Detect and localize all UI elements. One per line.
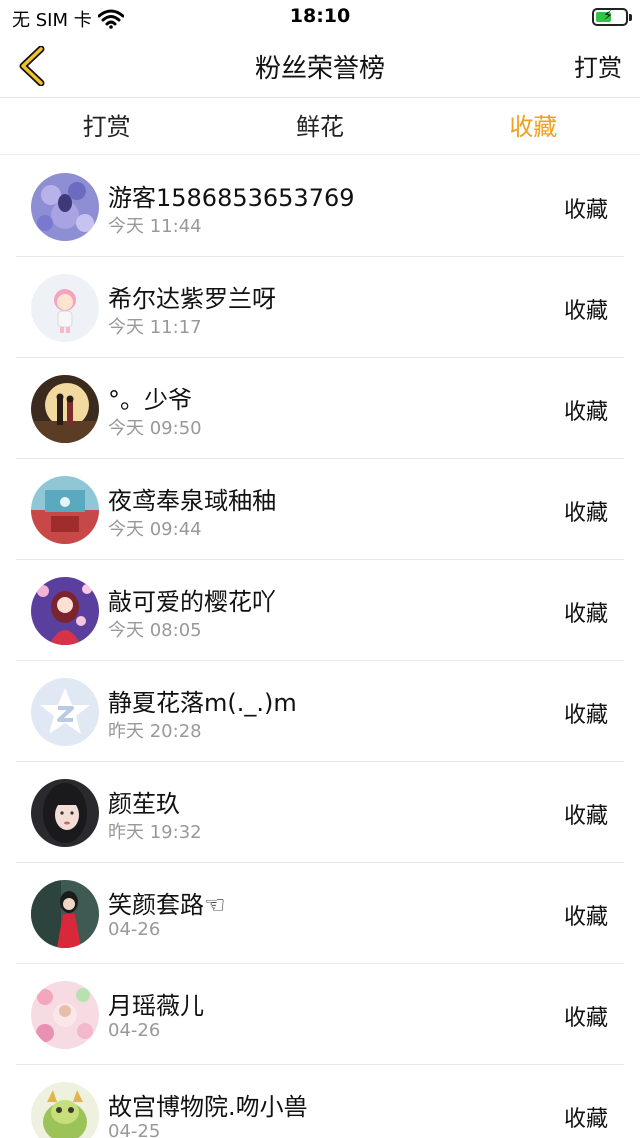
timestamp: 昨天 19:32 [108, 822, 202, 843]
list-item[interactable]: 夜鸢奉泉琙秞秞 今天 09:44 收藏 [0, 459, 640, 560]
user-name: 游客1586853653769 [108, 184, 355, 212]
default-star-avatar-icon [31, 678, 99, 746]
pink-floral-avatar-icon [31, 981, 99, 1049]
timestamp: 04-26 [108, 919, 161, 940]
avatar[interactable] [31, 779, 99, 847]
list-item[interactable]: 敲可爱的樱花吖 今天 08:05 收藏 [0, 560, 640, 661]
timestamp: 04-26 [108, 1020, 161, 1041]
favorite-label: 收藏 [563, 1107, 608, 1132]
user-name: 敲可爱的樱花吖 [108, 588, 276, 616]
favorite-label: 收藏 [563, 703, 608, 728]
status-bar: 无 SIM 卡 18:10 ⚡ [0, 0, 640, 34]
red-dress-girl-avatar-icon [31, 880, 99, 948]
user-name: 静夏花落m(._.)m [108, 689, 297, 717]
red-room-avatar-icon [31, 476, 99, 544]
tab-bar: 打赏 鲜花 收藏 [0, 99, 640, 155]
avatar[interactable] [31, 375, 99, 443]
list-item[interactable]: 故宫博物院.吻小兽 04-25 收藏 [0, 1065, 640, 1138]
avatar[interactable] [31, 880, 99, 948]
user-name: 颜苼玖 [108, 790, 180, 818]
couple-scene-avatar-icon [31, 375, 99, 443]
favorite-label: 收藏 [563, 198, 608, 223]
pink-chibi-avatar-icon [31, 274, 99, 342]
timestamp: 04-25 [108, 1121, 161, 1138]
favorite-label: 收藏 [563, 299, 608, 324]
user-name: 夜鸢奉泉琙秞秞 [108, 487, 276, 515]
timestamp: 昨天 20:28 [108, 721, 202, 742]
charging-bolt-icon: ⚡ [603, 8, 613, 24]
favorite-label: 收藏 [563, 1006, 608, 1031]
page-title: 粉丝荣誉榜 [254, 54, 385, 84]
fan-list: 游客1586853653769 今天 11:44 收藏 希尔达紫罗兰呀 今天 1… [0, 156, 640, 1138]
tab-flowers[interactable]: 鲜花 [213, 99, 426, 154]
list-item[interactable]: °。少爷 今天 09:50 收藏 [0, 358, 640, 459]
tab-reward[interactable]: 打赏 [0, 99, 213, 154]
list-item[interactable]: 静夏花落m(._.)m 昨天 20:28 收藏 [0, 661, 640, 762]
user-name: 笑颜套路☜ [108, 891, 226, 919]
user-name: 希尔达紫罗兰呀 [108, 285, 276, 313]
green-dragon-avatar-icon [31, 1082, 99, 1138]
timestamp: 今天 11:44 [108, 216, 202, 237]
timestamp: 今天 08:05 [108, 620, 202, 641]
user-name: 故宫博物院.吻小兽 [108, 1093, 308, 1121]
avatar[interactable] [31, 1082, 99, 1138]
avatar[interactable] [31, 981, 99, 1049]
list-item[interactable]: 希尔达紫罗兰呀 今天 11:17 收藏 [0, 257, 640, 358]
avatar[interactable] [31, 274, 99, 342]
dark-hair-girl-avatar-icon [31, 779, 99, 847]
favorite-label: 收藏 [563, 905, 608, 930]
avatar[interactable] [31, 173, 99, 241]
favorite-label: 收藏 [563, 501, 608, 526]
timestamp: 今天 09:50 [108, 418, 202, 439]
timestamp: 今天 09:44 [108, 519, 202, 540]
favorite-label: 收藏 [563, 400, 608, 425]
list-item[interactable]: 月瑶薇儿 04-26 收藏 [0, 964, 640, 1065]
avatar[interactable] [31, 476, 99, 544]
reward-button[interactable]: 打赏 [574, 48, 622, 83]
timestamp: 今天 11:17 [108, 317, 202, 338]
favorite-label: 收藏 [563, 602, 608, 627]
anime-girl-avatar-icon [31, 577, 99, 645]
user-name: 月瑶薇儿 [108, 992, 204, 1020]
nav-bar: 粉丝荣誉榜 打赏 [0, 34, 640, 98]
tab-favorites[interactable]: 收藏 [427, 99, 640, 154]
purple-flower-avatar-icon [31, 173, 99, 241]
list-item[interactable]: 颜苼玖 昨天 19:32 收藏 [0, 762, 640, 863]
list-item[interactable]: 游客1586853653769 今天 11:44 收藏 [0, 156, 640, 257]
user-name: °。少爷 [108, 386, 192, 414]
favorite-label: 收藏 [563, 804, 608, 829]
status-time: 18:10 [289, 5, 351, 27]
avatar[interactable] [31, 577, 99, 645]
avatar[interactable] [31, 678, 99, 746]
list-item[interactable]: 笑颜套路☜ 04-26 收藏 [0, 863, 640, 964]
battery-icon: ⚡ [592, 8, 632, 26]
